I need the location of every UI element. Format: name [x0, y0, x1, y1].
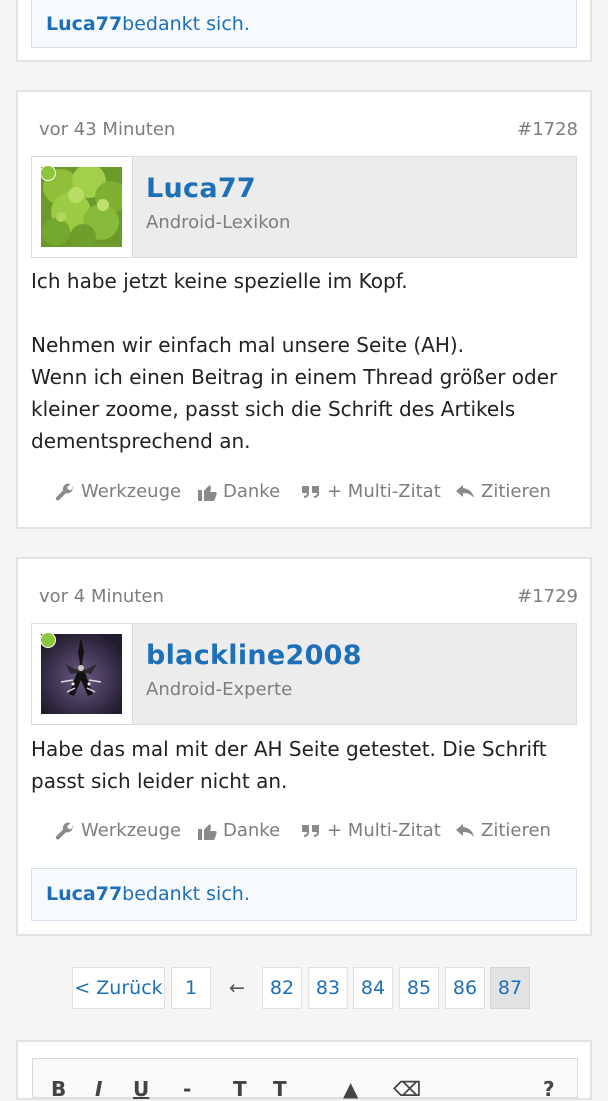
wrench-icon — [55, 822, 74, 839]
thanks-button[interactable]: Danke — [197, 820, 280, 841]
thanks-label: Danke — [223, 820, 281, 841]
format-clear-icon[interactable]: ⌫ — [393, 1077, 421, 1101]
thanks-box: Luca77 bedankt sich. — [31, 868, 577, 921]
thanks-label: Danke — [223, 481, 281, 502]
color-icon[interactable]: ▲ — [343, 1077, 358, 1101]
text-style-icon[interactable]: T — [273, 1077, 287, 1101]
post-body: Ich habe jetzt keine spezielle im Kopf. … — [31, 265, 571, 457]
thanks-text: bedankt sich. — [122, 883, 250, 905]
reply-icon — [456, 484, 474, 498]
quote-button[interactable]: Zitieren — [455, 820, 551, 841]
post-number-link[interactable]: #1729 — [517, 586, 578, 607]
thanks-text: bedankt sich. — [122, 12, 250, 35]
text-size-icon[interactable]: T — [233, 1077, 247, 1101]
quote-label: Zitieren — [481, 481, 551, 502]
post-body: Habe das mal mit der AH Seite getestet. … — [31, 733, 571, 797]
thanks-button[interactable]: Danke — [197, 481, 280, 502]
multiquote-button[interactable]: + Multi-Zitat — [301, 820, 441, 841]
quote-label: Zitieren — [481, 820, 551, 841]
bold-icon[interactable]: B — [51, 1077, 66, 1101]
pagination-page[interactable]: 82 — [262, 967, 302, 1009]
author-box: Luca77 Android-Lexikon — [31, 156, 577, 258]
pagination-page[interactable]: 84 — [353, 967, 393, 1009]
thanks-user-link[interactable]: Luca77 — [46, 885, 122, 904]
more-icon[interactable]: ? — [543, 1077, 555, 1101]
post-paragraph: Habe das mal mit der AH Seite getestet. … — [31, 737, 547, 793]
thanks-user-link[interactable]: Luca77 — [46, 14, 122, 34]
reply-editor: B I U - T T ▲ ⌫ ? — [16, 1040, 592, 1101]
tools-label: Werkzeuge — [81, 820, 182, 841]
editor-toolbar: B I U - T T ▲ ⌫ ? — [32, 1058, 578, 1101]
multiquote-label: + Multi-Zitat — [327, 481, 441, 502]
author-rank: Android-Lexikon — [146, 212, 291, 233]
thanks-box-previous: Luca77 bedankt sich. — [31, 0, 577, 48]
quote-icon — [302, 824, 319, 837]
pagination-page[interactable]: 85 — [399, 967, 439, 1009]
author-name-link[interactable]: Luca77 — [146, 173, 256, 204]
author-rank: Android-Experte — [146, 679, 293, 700]
pagination-page[interactable]: 83 — [308, 967, 348, 1009]
quote-icon — [302, 485, 319, 498]
online-status-dot — [40, 632, 56, 648]
reply-icon — [456, 823, 474, 837]
tools-label: Werkzeuge — [81, 481, 182, 502]
author-box: blackline2008 Android-Experte — [31, 623, 577, 725]
pagination-page-current[interactable]: 87 — [490, 967, 530, 1009]
multiquote-button[interactable]: + Multi-Zitat — [301, 481, 441, 502]
strikethrough-icon[interactable]: - — [183, 1077, 191, 1101]
author-name-link[interactable]: blackline2008 — [146, 640, 362, 671]
multiquote-label: + Multi-Zitat — [327, 820, 441, 841]
quote-button[interactable]: Zitieren — [455, 481, 551, 502]
pagination-page[interactable]: 86 — [445, 967, 485, 1009]
thumbs-up-icon — [198, 823, 217, 840]
tools-button[interactable]: Werkzeuge — [55, 481, 181, 502]
pagination-page-first[interactable]: 1 — [171, 967, 211, 1009]
pagination: < Zurück 1 ← 82 83 84 85 86 87 — [0, 967, 608, 1011]
online-status-dot — [40, 165, 56, 181]
pagination-back-button[interactable]: < Zurück — [72, 967, 165, 1009]
avatar-frame[interactable] — [32, 157, 133, 257]
underline-icon[interactable]: U — [133, 1077, 149, 1101]
italic-icon[interactable]: I — [95, 1077, 102, 1101]
tools-button[interactable]: Werkzeuge — [55, 820, 181, 841]
post-time: vor 43 Minuten — [39, 119, 176, 140]
post-time: vor 4 Minuten — [39, 586, 164, 607]
post-paragraph: Ich habe jetzt keine spezielle im Kopf. — [31, 269, 408, 293]
avatar-frame[interactable] — [32, 624, 133, 724]
thumbs-up-icon — [198, 484, 217, 501]
wrench-icon — [55, 483, 74, 500]
post-paragraph: Nehmen wir einfach mal unsere Seite (AH)… — [31, 333, 558, 453]
post-number-link[interactable]: #1728 — [517, 119, 578, 140]
pagination-ellipsis: ← — [229, 977, 245, 999]
